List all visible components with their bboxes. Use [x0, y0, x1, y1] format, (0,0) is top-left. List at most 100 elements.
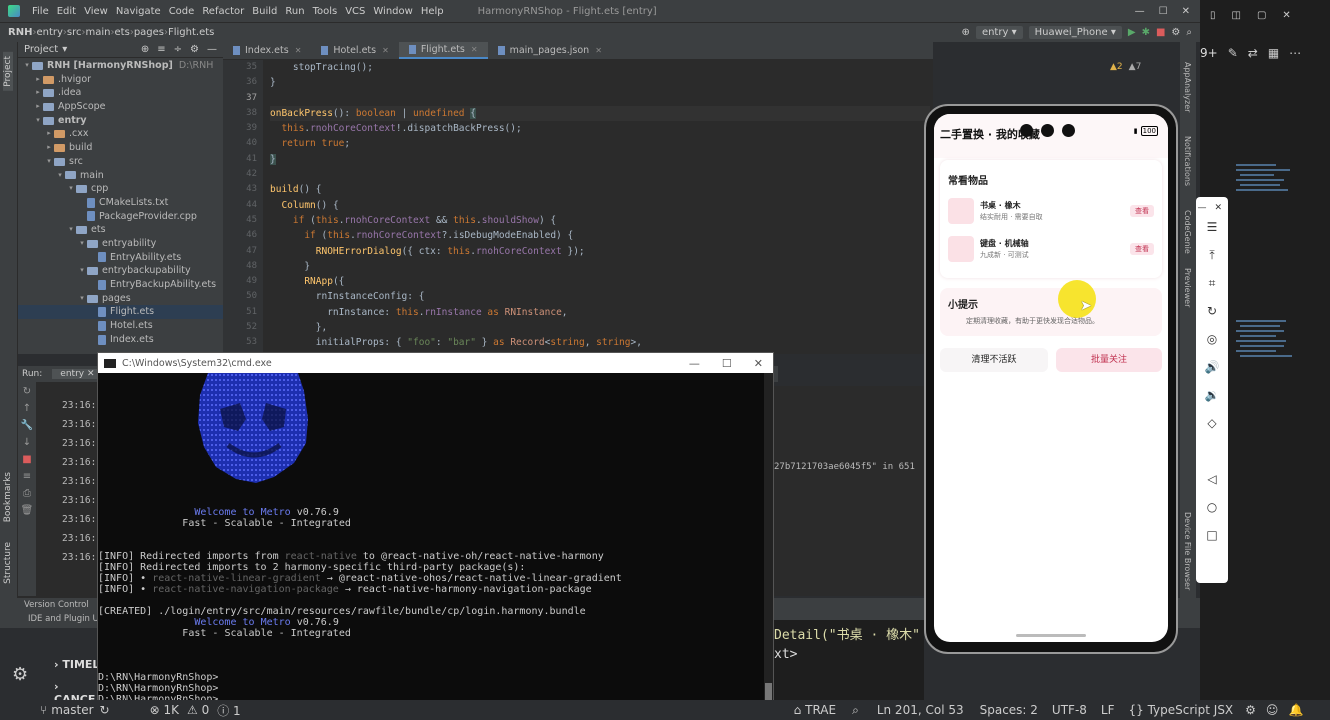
tree-item[interactable]: ▸ .hvigor [18, 73, 223, 87]
collapse-icon[interactable]: — [1197, 203, 1206, 213]
menu-run[interactable]: Run [285, 6, 304, 17]
tree-item[interactable]: CMakeLists.txt [18, 196, 223, 210]
home-indicator[interactable] [1016, 634, 1086, 637]
more-icon[interactable]: ⋯ [1289, 46, 1301, 60]
menu-code[interactable]: Code [169, 6, 195, 17]
print-icon[interactable]: ⎙ [18, 488, 36, 499]
project-tool-tab[interactable]: Project [3, 52, 13, 91]
down-icon[interactable]: ↓ [18, 437, 36, 448]
split-icon[interactable]: ◫ [1232, 10, 1241, 21]
menu-icon[interactable]: ☰ [1196, 213, 1228, 241]
tab-close-icon[interactable]: ✕ [471, 41, 478, 59]
tree-arrow-icon[interactable]: ▾ [77, 264, 87, 278]
tree-arrow-icon[interactable]: ▾ [66, 182, 76, 196]
tree-item[interactable]: ▾ cpp [18, 182, 223, 196]
tree-arrow-icon[interactable]: ▾ [77, 292, 87, 306]
ide-plugin-update[interactable]: IDE and Plugin Up [28, 614, 104, 624]
collapse-icon[interactable]: ≡ [157, 44, 165, 55]
menu-help[interactable]: Help [421, 6, 444, 17]
close-icon[interactable]: ✕ [1282, 10, 1290, 21]
breadcrumb-item[interactable]: src [67, 27, 82, 38]
rotate-icon[interactable]: ↻ [1196, 297, 1228, 325]
tree-arrow-icon[interactable]: ▸ [33, 73, 43, 87]
bell-icon[interactable]: 🔔 [1288, 703, 1303, 717]
tree-item[interactable]: Hotel.ets [18, 319, 223, 333]
panel-icon[interactable]: ▯ [1210, 10, 1216, 21]
maximize-icon[interactable]: ☐ [1159, 6, 1168, 17]
cmd-close-icon[interactable]: ✕ [754, 357, 763, 370]
tree-arrow-icon[interactable]: ▾ [66, 223, 76, 237]
inspection-widget[interactable]: ▲2 ▲7 [1110, 62, 1141, 72]
sync-icon[interactable]: ↻ [100, 703, 110, 717]
target-icon[interactable]: ⊕ [962, 27, 970, 38]
tab-index-ets[interactable]: Index.ets ✕ [223, 42, 311, 59]
tree-arrow-icon[interactable]: ▾ [44, 155, 54, 169]
close-icon[interactable]: ✕ [1214, 203, 1222, 213]
bookmarks-tool-tab[interactable]: Bookmarks [3, 472, 13, 522]
menu-refactor[interactable]: Refactor [202, 6, 244, 17]
menu-build[interactable]: Build [252, 6, 277, 17]
side-tab-appanalyzer[interactable]: AppAnalyzer [1183, 62, 1192, 112]
tree-arrow-icon[interactable]: ▾ [22, 59, 32, 73]
tree-arrow-icon[interactable]: ▾ [77, 237, 87, 251]
stop-icon[interactable]: ■ [1156, 27, 1165, 38]
tree-item[interactable]: ▾ src [18, 155, 223, 169]
menu-vcs[interactable]: VCS [345, 6, 365, 17]
side-tab-codegenie[interactable]: CodeGenie [1183, 210, 1192, 254]
menu-edit[interactable]: Edit [57, 6, 76, 17]
tree-item[interactable]: ▾ entryability [18, 237, 223, 251]
tree-item[interactable]: ▸ AppScope [18, 100, 223, 114]
rerun-icon[interactable]: ↻ [18, 386, 36, 397]
home-icon[interactable]: ○ [1196, 493, 1228, 521]
menu-navigate[interactable]: Navigate [116, 6, 161, 17]
copilot-icon[interactable]: ☺ [1266, 703, 1279, 717]
wrench-icon[interactable]: 🔧 [18, 420, 36, 431]
tree-arrow-icon[interactable]: ▾ [55, 169, 65, 183]
encoding[interactable]: UTF-8 [1052, 703, 1087, 717]
wrap-icon[interactable]: ≡ [18, 471, 36, 482]
tab-close-icon[interactable]: ✕ [382, 42, 389, 60]
tree-item[interactable]: ▾ RNH [HarmonyRNShop] D:\RNH [18, 59, 223, 73]
cmd-maximize-icon[interactable]: ☐ [722, 357, 732, 370]
view-tag[interactable]: 查看 [1130, 243, 1154, 255]
view-tag[interactable]: 查看 [1130, 205, 1154, 217]
breadcrumb-item[interactable]: entry [36, 27, 62, 38]
code-content[interactable]: stopTracing(); } onBackPress(): boolean … [270, 60, 930, 354]
tree-item[interactable]: ▸ build [18, 141, 223, 155]
tab-main-pages-json[interactable]: main_pages.json ✕ [488, 42, 612, 59]
grid-icon[interactable]: ▦ [1268, 46, 1279, 60]
tree-item[interactable]: ▾ entry [18, 114, 223, 128]
volume-up-icon[interactable]: 🔊 [1196, 353, 1228, 381]
phone-screen[interactable]: ▮ 100 二手置换 · 我的收藏 常看物品 书桌 · 橡木 结实耐用 · 需要自取… [934, 114, 1168, 642]
trae-status[interactable]: ⌂ TRAE [794, 703, 836, 717]
tree-item[interactable]: EntryAbility.ets [18, 251, 223, 265]
tree-arrow-icon[interactable]: ▸ [44, 141, 54, 155]
language-mode[interactable]: {} TypeScript JSX [1129, 703, 1234, 717]
debug-icon[interactable]: ✱ [1142, 27, 1150, 38]
extensions-icon[interactable]: ⚙ [1245, 703, 1256, 717]
run-config-select[interactable]: entry ▾ [975, 26, 1023, 39]
back-icon[interactable]: ◁ [1196, 465, 1228, 493]
tree-item[interactable]: EntryBackupAbility.ets [18, 278, 223, 292]
menu-window[interactable]: Window [373, 6, 412, 17]
tree-arrow-icon[interactable]: ▸ [33, 86, 43, 100]
hide-icon[interactable]: — [207, 44, 217, 55]
project-header[interactable]: Project [24, 44, 58, 55]
recent-apps-icon[interactable]: □ [1196, 521, 1228, 549]
tree-item[interactable]: Index.ets [18, 333, 223, 347]
pin-top-icon[interactable]: ⤒ [1196, 241, 1228, 269]
crop-icon[interactable]: ⌗ [1196, 269, 1228, 297]
run-icon[interactable]: ▶ [1128, 27, 1136, 38]
tree-item[interactable]: ▾ entrybackupability [18, 264, 223, 278]
tab-hotel-ets[interactable]: Hotel.ets ✕ [311, 42, 398, 59]
breadcrumb-item[interactable]: ets [115, 27, 130, 38]
error-count[interactable]: ⊗ 1K [150, 703, 179, 717]
tree-arrow-icon[interactable]: ▾ [33, 114, 43, 128]
tab-close-icon[interactable]: ✕ [595, 42, 602, 60]
menu-file[interactable]: File [32, 6, 49, 17]
menu-view[interactable]: View [84, 6, 108, 17]
breadcrumb-item[interactable]: Flight.ets [168, 27, 214, 38]
info-count[interactable]: ⓘ 1 [217, 702, 240, 719]
settings-icon[interactable]: ⚙ [1171, 27, 1180, 38]
cmd-window[interactable]: C:\Windows\System32\cmd.exe — ☐ ✕ Welcom… [97, 352, 774, 708]
